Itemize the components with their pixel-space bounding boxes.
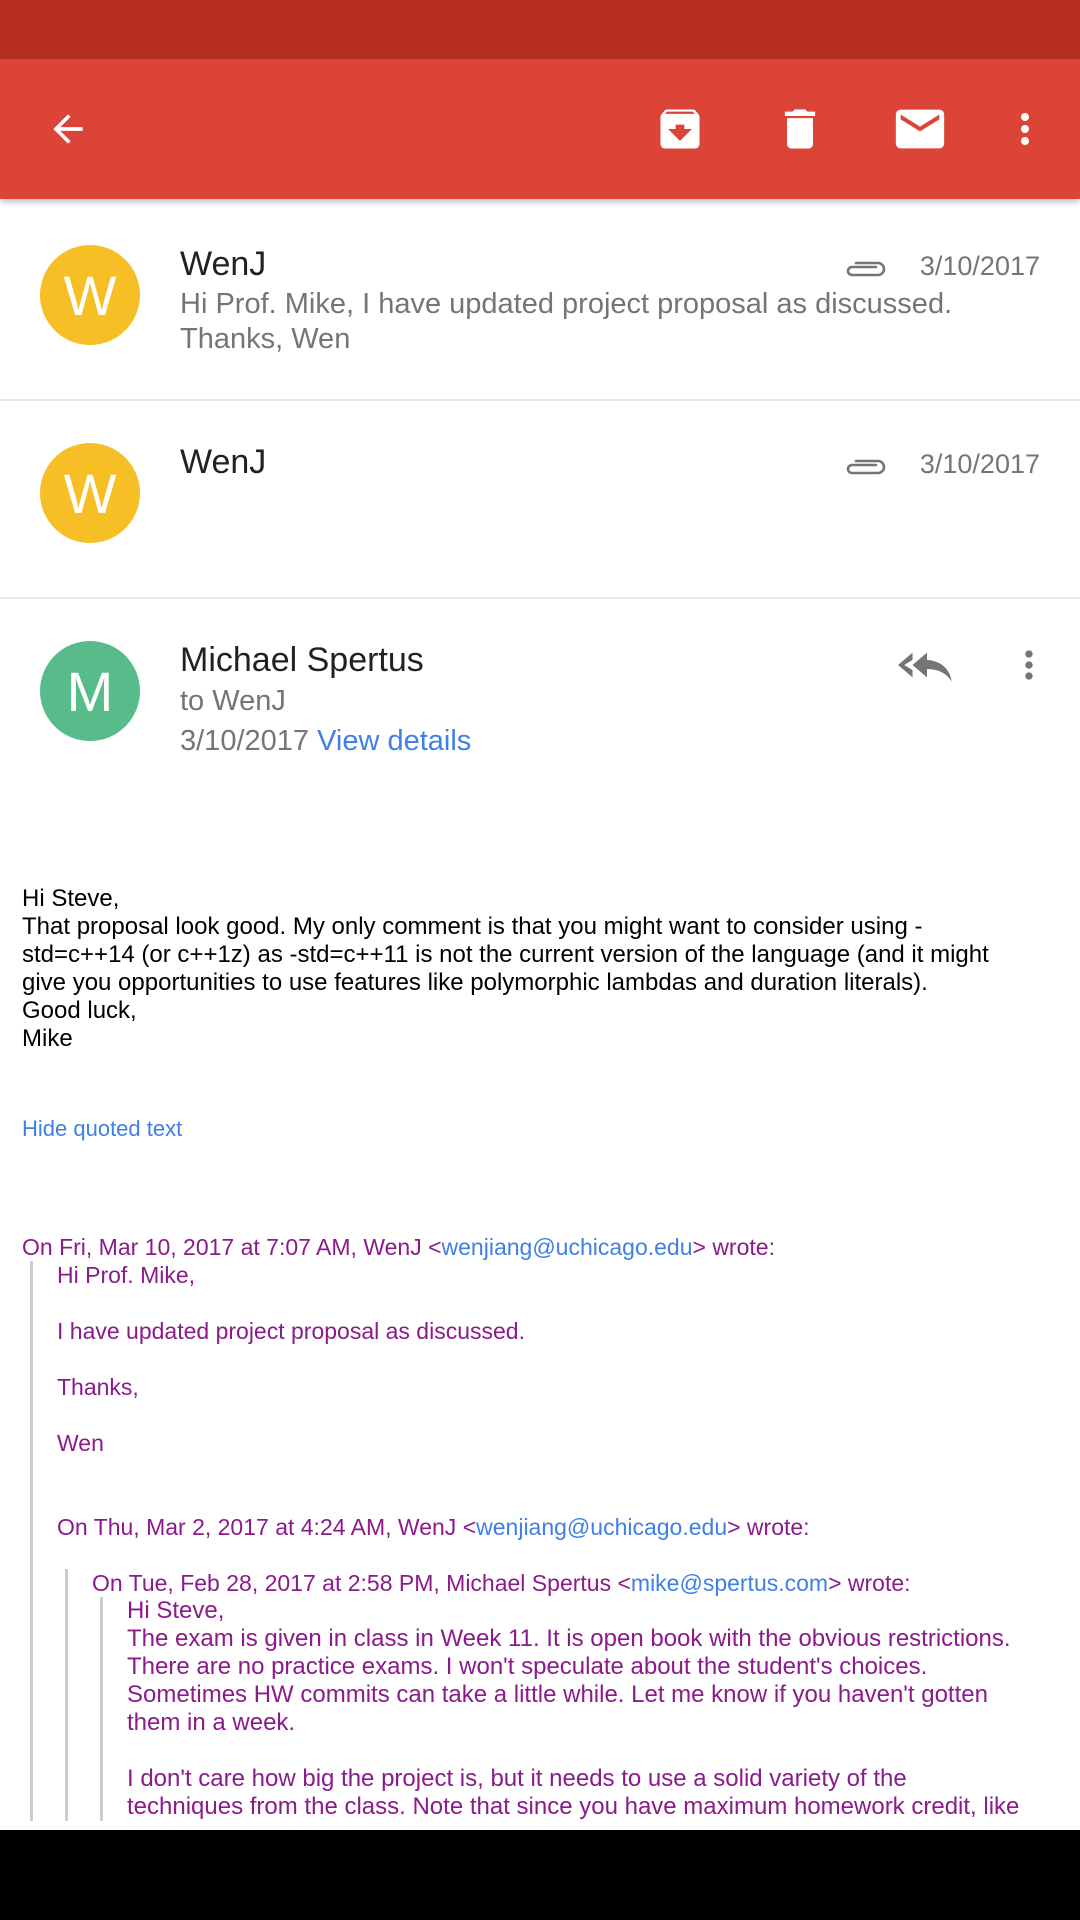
quote-header: On Tue, Feb 28, 2017 at 2:58 PM, Michael… <box>92 1570 911 1596</box>
body-line: give you opportunities to use features l… <box>22 969 928 996</box>
reply-all-button[interactable] <box>892 635 962 695</box>
message-snippet: Hi Prof. Mike, I have updated project pr… <box>180 288 953 355</box>
collapsed-message[interactable]: W WenJ 3/10/2017 Hi Prof. Mike, I have u… <box>0 199 1080 401</box>
body-line: Hi Steve, <box>22 885 120 912</box>
more-vert-icon <box>1025 650 1033 680</box>
quote-block: On Tue, Feb 28, 2017 at 2:58 PM, Michael… <box>65 1569 1062 1821</box>
collapsed-message[interactable]: W WenJ 3/10/2017 <box>0 401 1080 599</box>
quoted-text: On Fri, Mar 10, 2017 at 7:07 AM, WenJ <w… <box>22 1233 1062 1821</box>
quote-line: Hi Steve, <box>127 1597 225 1624</box>
hide-quoted-text-link[interactable]: Hide quoted text <box>22 1116 182 1142</box>
quote-header: On Thu, Mar 2, 2017 at 4:24 AM, WenJ <we… <box>57 1514 810 1540</box>
app-bar <box>0 59 1080 199</box>
attachment-icon <box>846 459 886 475</box>
quote-line: Hi Prof. Mike, <box>57 1262 196 1288</box>
quote-header: On Fri, Mar 10, 2017 at 7:07 AM, WenJ <w… <box>22 1234 775 1260</box>
avatar: W <box>40 245 140 345</box>
avatar: M <box>40 641 140 741</box>
message-date: 3/10/2017 <box>180 725 310 757</box>
body-line: That proposal look good. My only comment… <box>22 913 923 940</box>
message-date: 3/10/2017 <box>919 251 1040 281</box>
more-vert-icon <box>1021 113 1029 145</box>
quote-block: Hi Prof. Mike, I have updated project pr… <box>30 1261 1062 1821</box>
reply-all-icon <box>898 652 952 682</box>
view-details-link[interactable]: View details <box>317 725 471 757</box>
date-line: 3/10/2017 View details <box>180 725 471 758</box>
message-more-button[interactable] <box>1004 635 1054 695</box>
quote-block: Hi Steve, The exam is given in class in … <box>100 1597 1062 1821</box>
recipient-line: to WenJ <box>180 685 286 717</box>
attachment-icon <box>846 261 886 277</box>
delete-button[interactable] <box>760 59 840 199</box>
open-message-header: M Michael Spertus to WenJ 3/10/2017 View… <box>0 601 1080 781</box>
quote-line: techniques from the class. Note that sin… <box>127 1793 1020 1820</box>
quote-line: I don't care how big the project is, but… <box>127 1765 907 1792</box>
body-line: Good luck, <box>22 997 137 1024</box>
quote-line: Thanks, <box>57 1374 139 1400</box>
avatar: W <box>40 443 140 543</box>
back-button[interactable] <box>28 59 108 199</box>
body-line: Mike <box>22 1025 73 1052</box>
mail-icon <box>895 109 945 149</box>
quote-line: There are no practice exams. I won't spe… <box>127 1653 928 1680</box>
archive-icon <box>660 109 700 149</box>
email-link[interactable]: wenjiang@uchicago.edu <box>476 1514 727 1540</box>
archive-button[interactable] <box>640 59 720 199</box>
sender-name: WenJ <box>180 443 267 481</box>
quote-line: The exam is given in class in Week 11. I… <box>127 1625 1011 1652</box>
message-body: Hi Steve, That proposal look good. My on… <box>22 885 1062 1053</box>
sender-name: Michael Spertus <box>180 641 424 679</box>
message-date: 3/10/2017 <box>919 449 1040 479</box>
more-options-button[interactable] <box>1000 59 1050 199</box>
body-line: std=c++14 (or c++1z) as -std=c++11 is no… <box>22 941 989 968</box>
email-link[interactable]: mike@spertus.com <box>631 1570 828 1596</box>
quote-line: Sometimes HW commits can take a little w… <box>127 1681 988 1708</box>
email-link[interactable]: wenjiang@uchicago.edu <box>442 1234 693 1260</box>
quote-line: them in a week. <box>127 1709 296 1736</box>
arrow-back-icon <box>53 114 83 144</box>
mark-unread-button[interactable] <box>880 59 960 199</box>
navigation-bar <box>0 1830 1080 1920</box>
quote-line: I have updated project proposal as discu… <box>57 1318 525 1344</box>
quote-line: Wen <box>57 1430 104 1456</box>
status-bar <box>0 0 1080 59</box>
sender-name: WenJ <box>180 245 267 283</box>
message-thread: W WenJ 3/10/2017 Hi Prof. Mike, I have u… <box>0 199 1080 1830</box>
trash-icon <box>784 109 816 149</box>
